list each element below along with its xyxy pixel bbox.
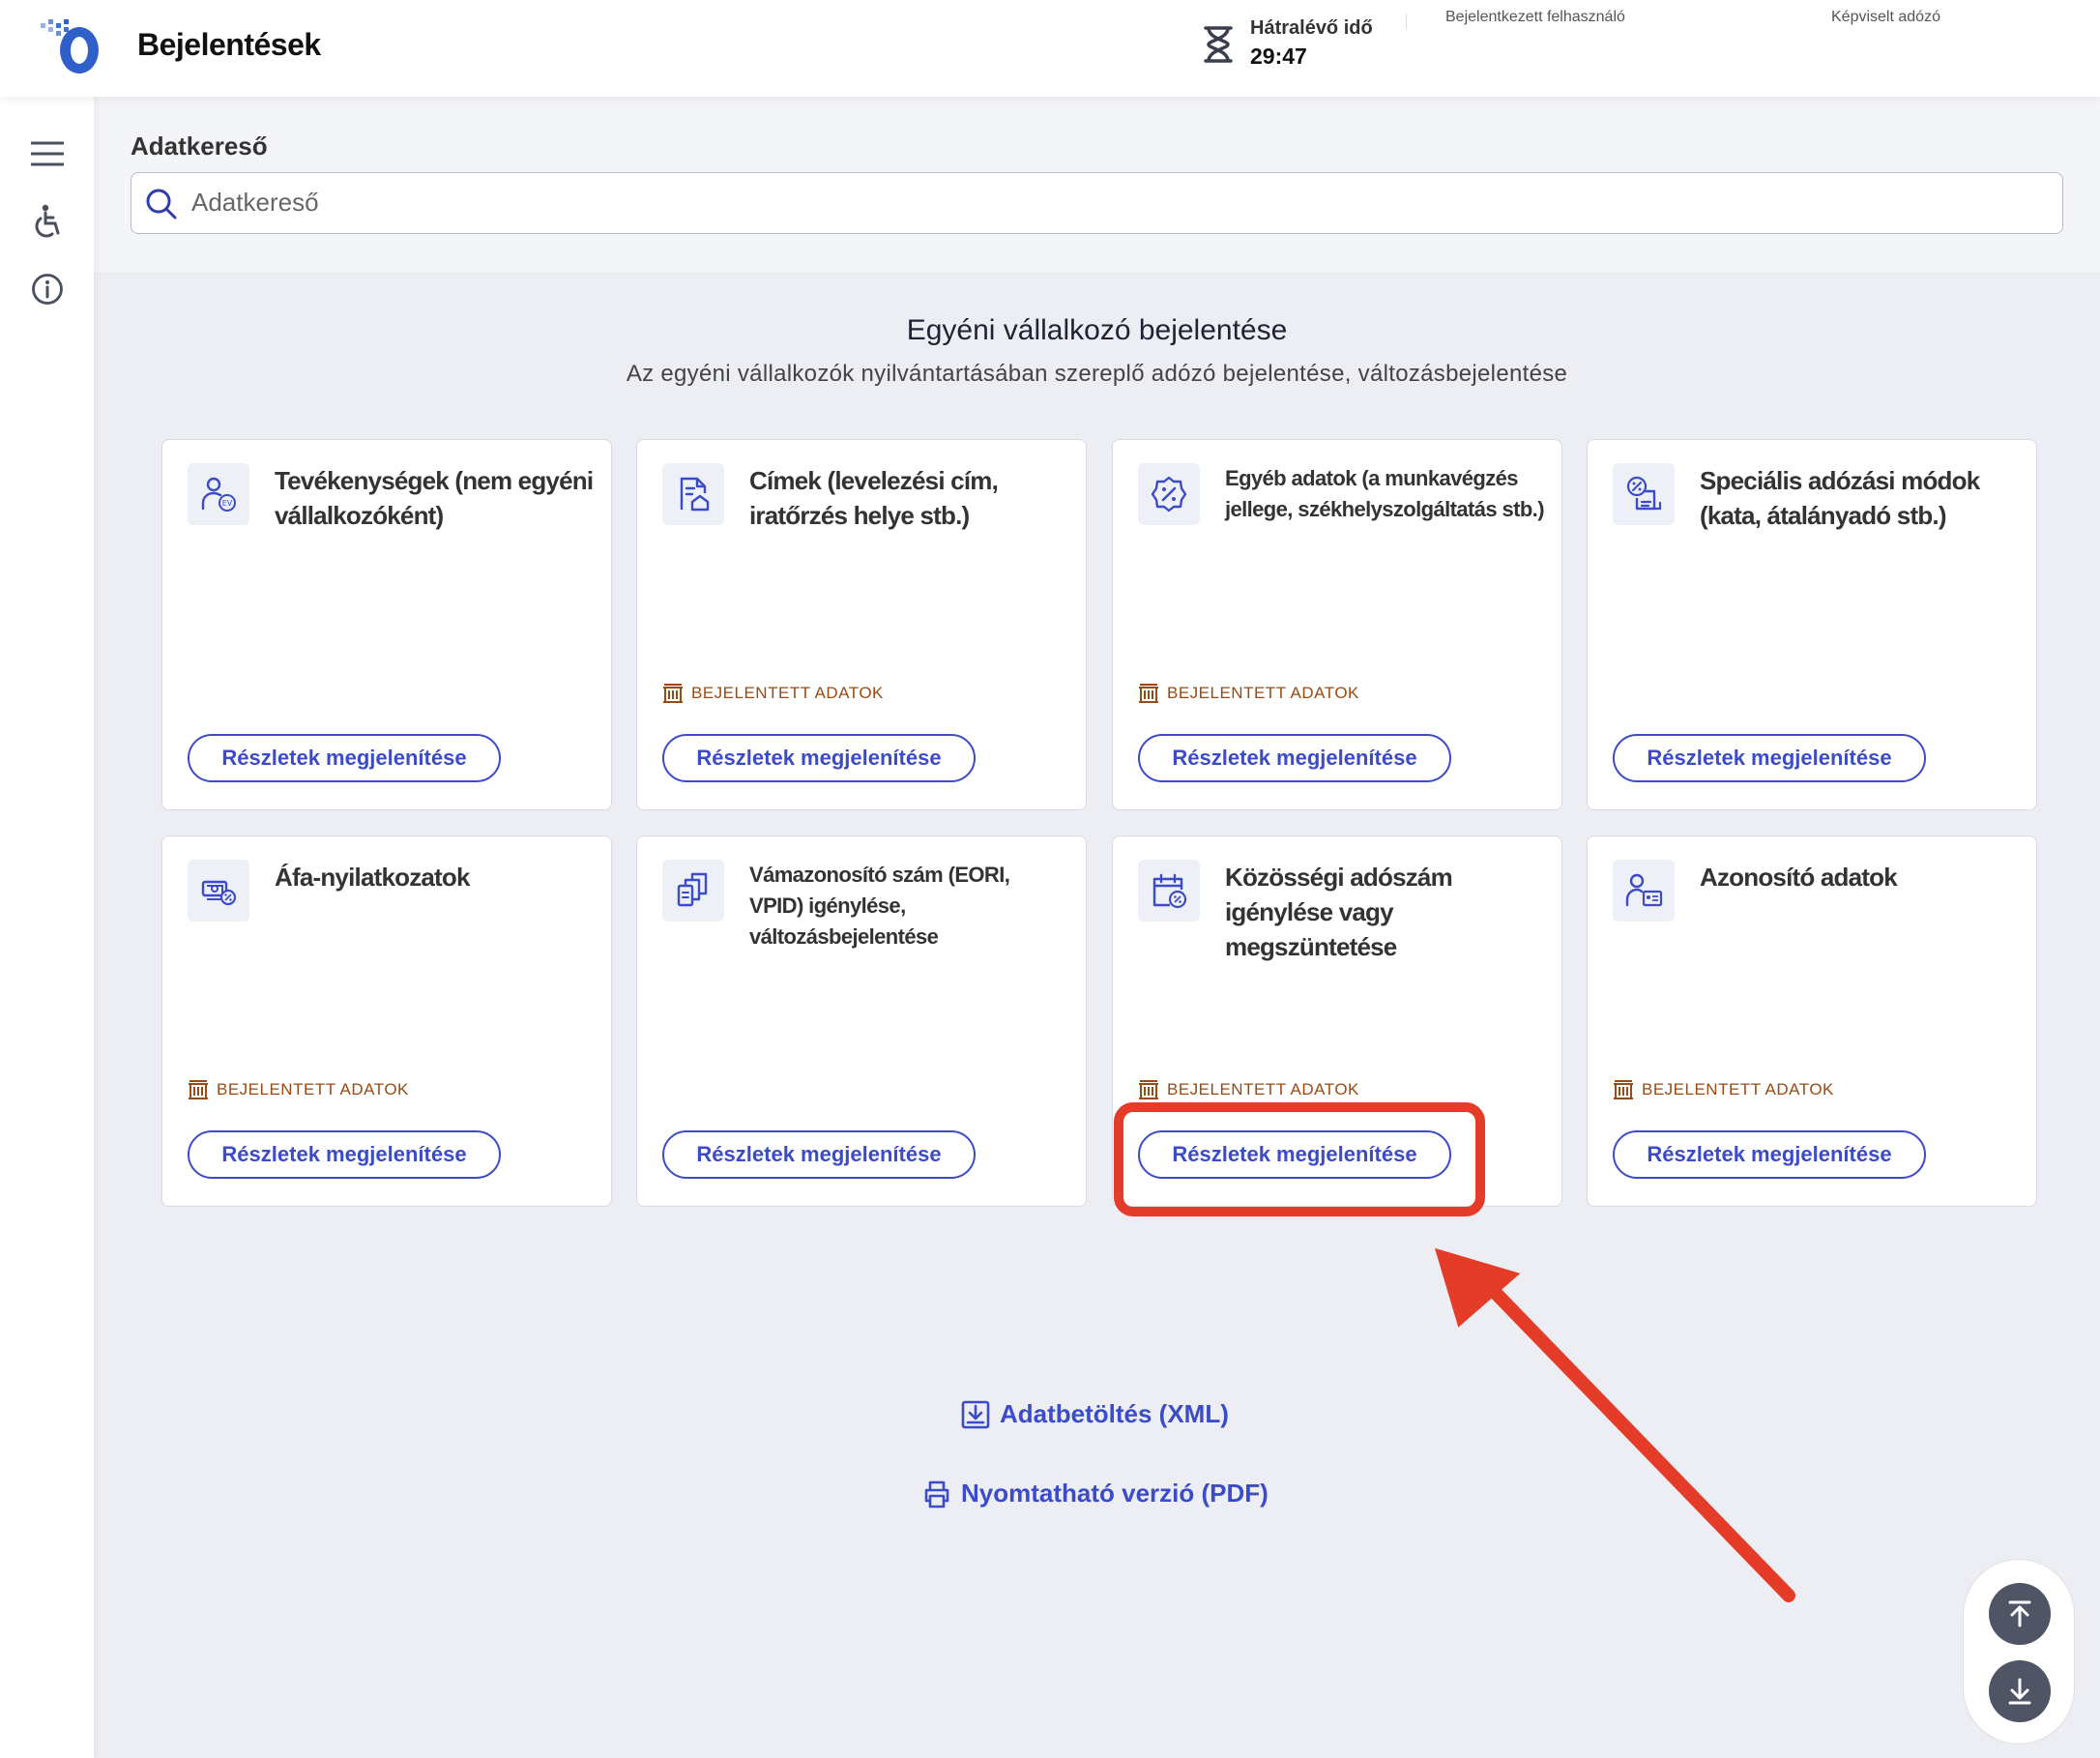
card-title: Vámazonosító szám (EORI, VPID) igénylése… (749, 863, 1010, 949)
svg-text:EV: EV (222, 499, 233, 508)
accessibility-icon[interactable] (27, 201, 68, 242)
side-rail (0, 97, 94, 1758)
percent-document-icon (1613, 463, 1675, 525)
show-details-button[interactable]: Részletek megjelenítése (188, 734, 501, 782)
reported-data-tag: BEJELENTETT ADATOK (188, 1078, 409, 1101)
bank-icon (1139, 684, 1158, 703)
pdf-print-link[interactable]: Nyomtatható verzió (PDF) (922, 1479, 1269, 1509)
calendar-percent-icon (1138, 860, 1200, 922)
bank-icon (1139, 1080, 1158, 1099)
bank-icon (1614, 1080, 1633, 1099)
xml-upload-link[interactable]: Adatbetöltés (XML) (961, 1399, 1229, 1429)
card-title: Egyéb adatok (a munkavégzés jellege, szé… (1225, 466, 1545, 521)
reported-data-label: BEJELENTETT ADATOK (1167, 1080, 1359, 1099)
reported-data-label: BEJELENTETT ADATOK (217, 1080, 409, 1099)
card-title: Tevékenységek (nem egyéni vállalkozóként… (275, 466, 594, 530)
card-other-data: Egyéb adatok (a munkavégzés jellege, szé… (1112, 439, 1562, 810)
card-activities: EV Tevékenységek (nem egyéni vállalkozók… (161, 439, 612, 810)
hourglass-icon (1204, 26, 1233, 63)
bank-icon (189, 1080, 208, 1099)
show-details-button[interactable]: Részletek megjelenítése (1613, 1130, 1926, 1179)
card-title: Áfa-nyilatkozatok (275, 863, 470, 892)
person-ev-icon: EV (188, 463, 249, 525)
show-details-button[interactable]: Részletek megjelenítése (662, 734, 976, 782)
card-special-taxation: Speciális adózási módok (kata, átalányad… (1587, 439, 2037, 810)
reported-data-label: BEJELENTETT ADATOK (1642, 1080, 1834, 1099)
highlight-box (1114, 1102, 1485, 1216)
xml-upload-label[interactable]: Adatbetöltés (XML) (1000, 1399, 1229, 1429)
search-area: Adatkereső (94, 97, 2100, 272)
person-id-icon (1613, 860, 1675, 922)
scroll-controls (1963, 1559, 2075, 1744)
search-box[interactable] (131, 172, 2063, 234)
scroll-to-bottom-icon[interactable] (1989, 1660, 2051, 1722)
header-divider (1406, 14, 1407, 29)
logged-in-user-label[interactable]: Bejelentkezett felhasználó (1445, 9, 1625, 26)
reported-data-label: BEJELENTETT ADATOK (691, 684, 884, 702)
timer-label: Hátralévő idő (1250, 17, 1373, 39)
percent-badge-icon (1138, 463, 1200, 525)
reported-data-tag: BEJELENTETT ADATOK (1138, 682, 1359, 705)
search-icon (146, 189, 177, 220)
search-input[interactable] (191, 173, 2028, 232)
timer-value: 29:47 (1250, 44, 1307, 69)
pdf-print-label[interactable]: Nyomtatható verzió (PDF) (961, 1479, 1269, 1509)
represented-taxpayer-label[interactable]: Képviselt adózó (1831, 9, 1940, 26)
reported-data-tag: BEJELENTETT ADATOK (1613, 1078, 1834, 1101)
bank-icon (663, 684, 683, 703)
money-percent-icon (188, 860, 249, 922)
card-addresses: Címek (levelezési cím, iratőrzés helye s… (636, 439, 1087, 810)
show-details-button[interactable]: Részletek megjelenítése (662, 1130, 976, 1179)
show-details-button[interactable]: Részletek megjelenítése (1613, 734, 1926, 782)
section-subtitle: Az egyéni vállalkozók nyilvántartásában … (626, 361, 1568, 387)
printer-icon (924, 1480, 949, 1508)
nav-logo-icon[interactable] (37, 17, 104, 75)
card-vat-declarations: Áfa-nyilatkozatok BEJELENTETT ADATOK Rés… (161, 835, 612, 1207)
page-title: Bejelentések (137, 27, 321, 62)
search-title: Adatkereső (131, 132, 268, 161)
documents-stack-icon (662, 860, 724, 922)
show-details-button[interactable]: Részletek megjelenítése (1138, 734, 1451, 782)
reported-data-label: BEJELENTETT ADATOK (1167, 684, 1359, 702)
card-identification-data: Azonosító adatok BEJELENTETT ADATOK Rész… (1587, 835, 2037, 1207)
card-customs-id: Vámazonosító szám (EORI, VPID) igénylése… (636, 835, 1087, 1207)
card-title: Azonosító adatok (1700, 863, 1898, 892)
reported-data-tag: BEJELENTETT ADATOK (1138, 1078, 1359, 1101)
info-icon[interactable] (27, 269, 68, 309)
reported-data-tag: BEJELENTETT ADATOK (662, 682, 884, 705)
show-details-button[interactable]: Részletek megjelenítése (188, 1130, 501, 1179)
import-icon (961, 1400, 990, 1428)
app-header: Bejelentések Hátralévő idő 29:47 Bejelen… (0, 0, 2100, 97)
menu-icon[interactable] (27, 133, 68, 174)
scroll-to-top-icon[interactable] (1989, 1583, 2051, 1645)
card-title: Címek (levelezési cím, iratőrzés helye s… (749, 466, 999, 530)
card-title: Közösségi adószám igénylése vagy megszün… (1225, 863, 1453, 961)
annotation-arrow (1434, 1247, 1795, 1602)
card-title: Speciális adózási módok (kata, átalányad… (1700, 466, 1980, 530)
document-home-icon (662, 463, 724, 525)
section-title: Egyéni vállalkozó bejelentése (906, 314, 1288, 346)
